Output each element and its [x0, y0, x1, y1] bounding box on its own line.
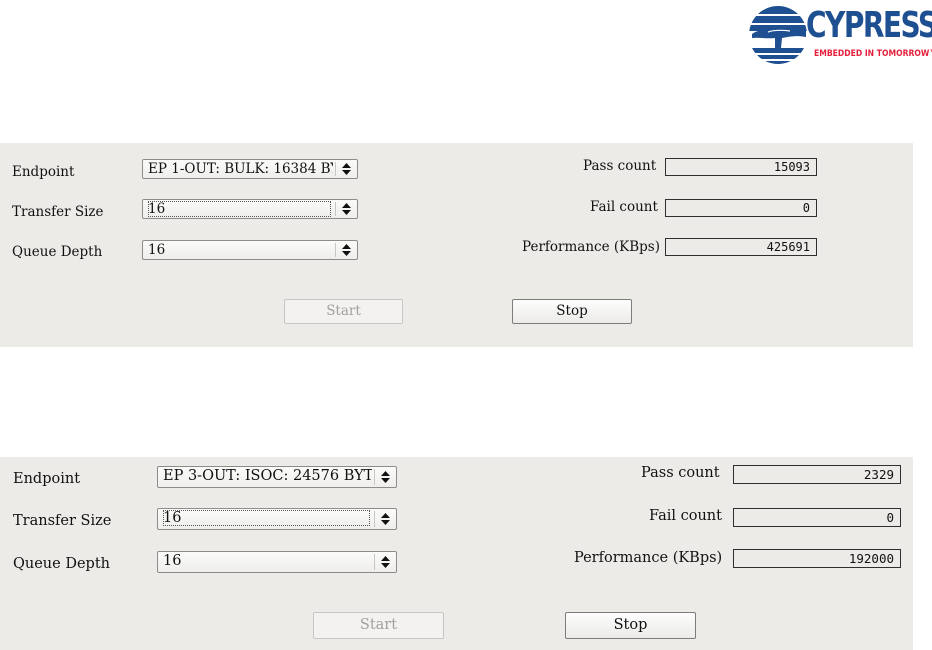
start-button[interactable]: Start — [313, 612, 444, 639]
queue-depth-select[interactable]: 16 — [142, 240, 358, 260]
endpoint-select[interactable]: EP 3-OUT: ISOC: 24576 BYTES — [157, 466, 397, 488]
test-panel-2: Endpoint EP 3-OUT: ISOC: 24576 BYTES Tra… — [0, 457, 913, 650]
endpoint-label: Endpoint — [13, 471, 81, 487]
performance-field: 425691 — [665, 238, 817, 256]
queue-depth-label: Queue Depth — [12, 244, 103, 260]
performance-label: Performance (KBps) — [522, 239, 660, 255]
stop-button[interactable]: Stop — [512, 299, 632, 324]
fail-count-label: Fail count — [649, 508, 722, 524]
endpoint-select-value: EP 1-OUT: BULK: 16384 BYTES — [148, 161, 333, 177]
fail-count-field: 0 — [733, 508, 901, 527]
queue-depth-select-value: 16 — [163, 553, 182, 569]
endpoint-select[interactable]: EP 1-OUT: BULK: 16384 BYTES — [142, 159, 358, 179]
up-down-arrows-icon — [335, 241, 357, 259]
queue-depth-select[interactable]: 16 — [157, 551, 397, 573]
performance-label: Performance (KBps) — [574, 550, 723, 566]
performance-field: 192000 — [733, 549, 901, 568]
transfer-size-label: Transfer Size — [13, 513, 112, 529]
up-down-arrows-icon — [374, 509, 396, 529]
logo-wordmark: CYPRESS — [806, 5, 932, 46]
up-down-arrows-icon — [335, 160, 357, 178]
up-down-arrows-icon — [374, 552, 396, 572]
fail-count-label: Fail count — [590, 199, 658, 215]
logo-tagline: EMBEDDED IN TOMORROW™ — [814, 49, 932, 59]
start-button[interactable]: Start — [284, 299, 403, 324]
pass-count-field: 15093 — [665, 158, 817, 176]
endpoint-label: Endpoint — [12, 164, 75, 180]
transfer-size-label: Transfer Size — [12, 204, 104, 220]
up-down-arrows-icon — [335, 200, 357, 218]
pass-count-field: 2329 — [733, 465, 901, 484]
transfer-size-select-value: 16 — [163, 510, 370, 526]
test-panel-1: Endpoint EP 1-OUT: BULK: 16384 BYTES Tra… — [0, 143, 913, 347]
cypress-logo: CYPRESS EMBEDDED IN TOMORROW™ — [746, 2, 932, 70]
endpoint-select-value: EP 3-OUT: ISOC: 24576 BYTES — [163, 468, 372, 484]
stop-button[interactable]: Stop — [565, 612, 696, 639]
fail-count-field: 0 — [665, 199, 817, 217]
transfer-size-select[interactable]: 16 — [142, 199, 358, 219]
up-down-arrows-icon — [374, 467, 396, 487]
pass-count-label: Pass count — [641, 465, 720, 481]
transfer-size-select[interactable]: 16 — [157, 508, 397, 530]
queue-depth-label: Queue Depth — [13, 556, 110, 572]
cypress-tree-globe-icon — [749, 6, 807, 64]
pass-count-label: Pass count — [583, 158, 657, 174]
queue-depth-select-value: 16 — [148, 242, 166, 258]
transfer-size-select-value: 16 — [148, 201, 331, 217]
